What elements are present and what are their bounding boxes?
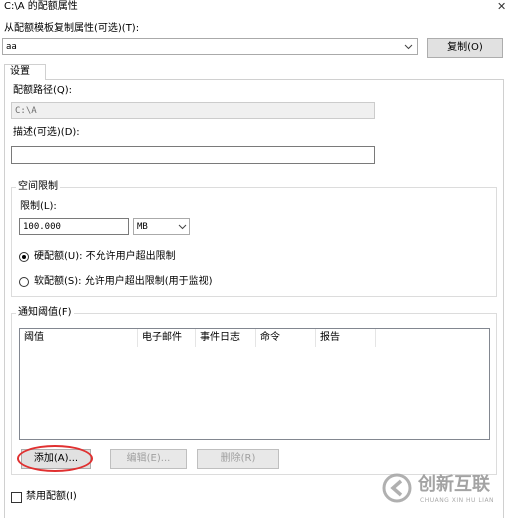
disable-quota-checkbox[interactable] [11, 492, 22, 503]
column-header-email[interactable]: 电子邮件 [138, 329, 196, 347]
template-dropdown-value: aa [6, 42, 17, 52]
tab-settings-label: 设置 [10, 66, 30, 77]
description-label: 描述(可选)(D): [13, 127, 80, 138]
limit-label: 限制(L): [20, 201, 57, 212]
chevron-down-icon [178, 224, 187, 230]
hard-quota-label[interactable]: 硬配额(U): 不允许用户超出限制 [34, 251, 176, 263]
hard-quota-radio[interactable] [19, 252, 29, 262]
highlight-ellipse [17, 445, 93, 472]
radio-selected-dot [22, 255, 26, 259]
unit-dropdown[interactable]: MB [133, 218, 190, 235]
description-field[interactable] [11, 146, 375, 164]
limit-input[interactable]: 100.000 [19, 218, 129, 235]
watermark: 创新互联 CHUANG XIN HU LIAN [368, 467, 518, 518]
soft-quota-radio[interactable] [19, 277, 29, 287]
unit-value: MB [137, 222, 148, 232]
disable-quota-label[interactable]: 禁用配额(I) [26, 491, 77, 503]
window-title: C:\A 的配额属性 [4, 1, 78, 12]
space-limit-group-label: 空间限制 [16, 181, 60, 193]
path-value: C:\A [15, 106, 37, 116]
template-label: 从配额模板复制属性(可选)(T): [4, 23, 140, 34]
delete-button[interactable]: 删除(R) [197, 449, 279, 469]
watermark-brand: 创新互联 [418, 474, 490, 495]
close-icon[interactable]: ✕ [497, 1, 506, 13]
column-header-report[interactable]: 报告 [316, 329, 376, 347]
notification-group-label: 通知阈值(F) [16, 307, 74, 319]
path-label: 配额路径(Q): [13, 85, 73, 96]
watermark-sub: CHUANG XIN HU LIAN [420, 497, 495, 504]
column-header-command[interactable]: 命令 [256, 329, 316, 347]
soft-quota-label[interactable]: 软配额(S): 允许用户超出限制(用于监视) [34, 276, 213, 288]
threshold-list[interactable]: 阈值 电子邮件 事件日志 命令 报告 [19, 328, 490, 440]
column-header-eventlog[interactable]: 事件日志 [196, 329, 256, 347]
column-header-threshold[interactable]: 阈值 [20, 329, 138, 347]
template-dropdown[interactable]: aa [2, 38, 418, 55]
limit-value: 100.000 [23, 222, 61, 232]
tab-settings[interactable]: 设置 [4, 64, 46, 80]
edit-button[interactable]: 编辑(E)... [110, 449, 187, 469]
brand-logo-icon [382, 473, 412, 503]
copy-button[interactable]: 复制(O) [427, 38, 503, 58]
chevron-down-icon [404, 44, 413, 50]
path-field: C:\A [11, 102, 375, 119]
